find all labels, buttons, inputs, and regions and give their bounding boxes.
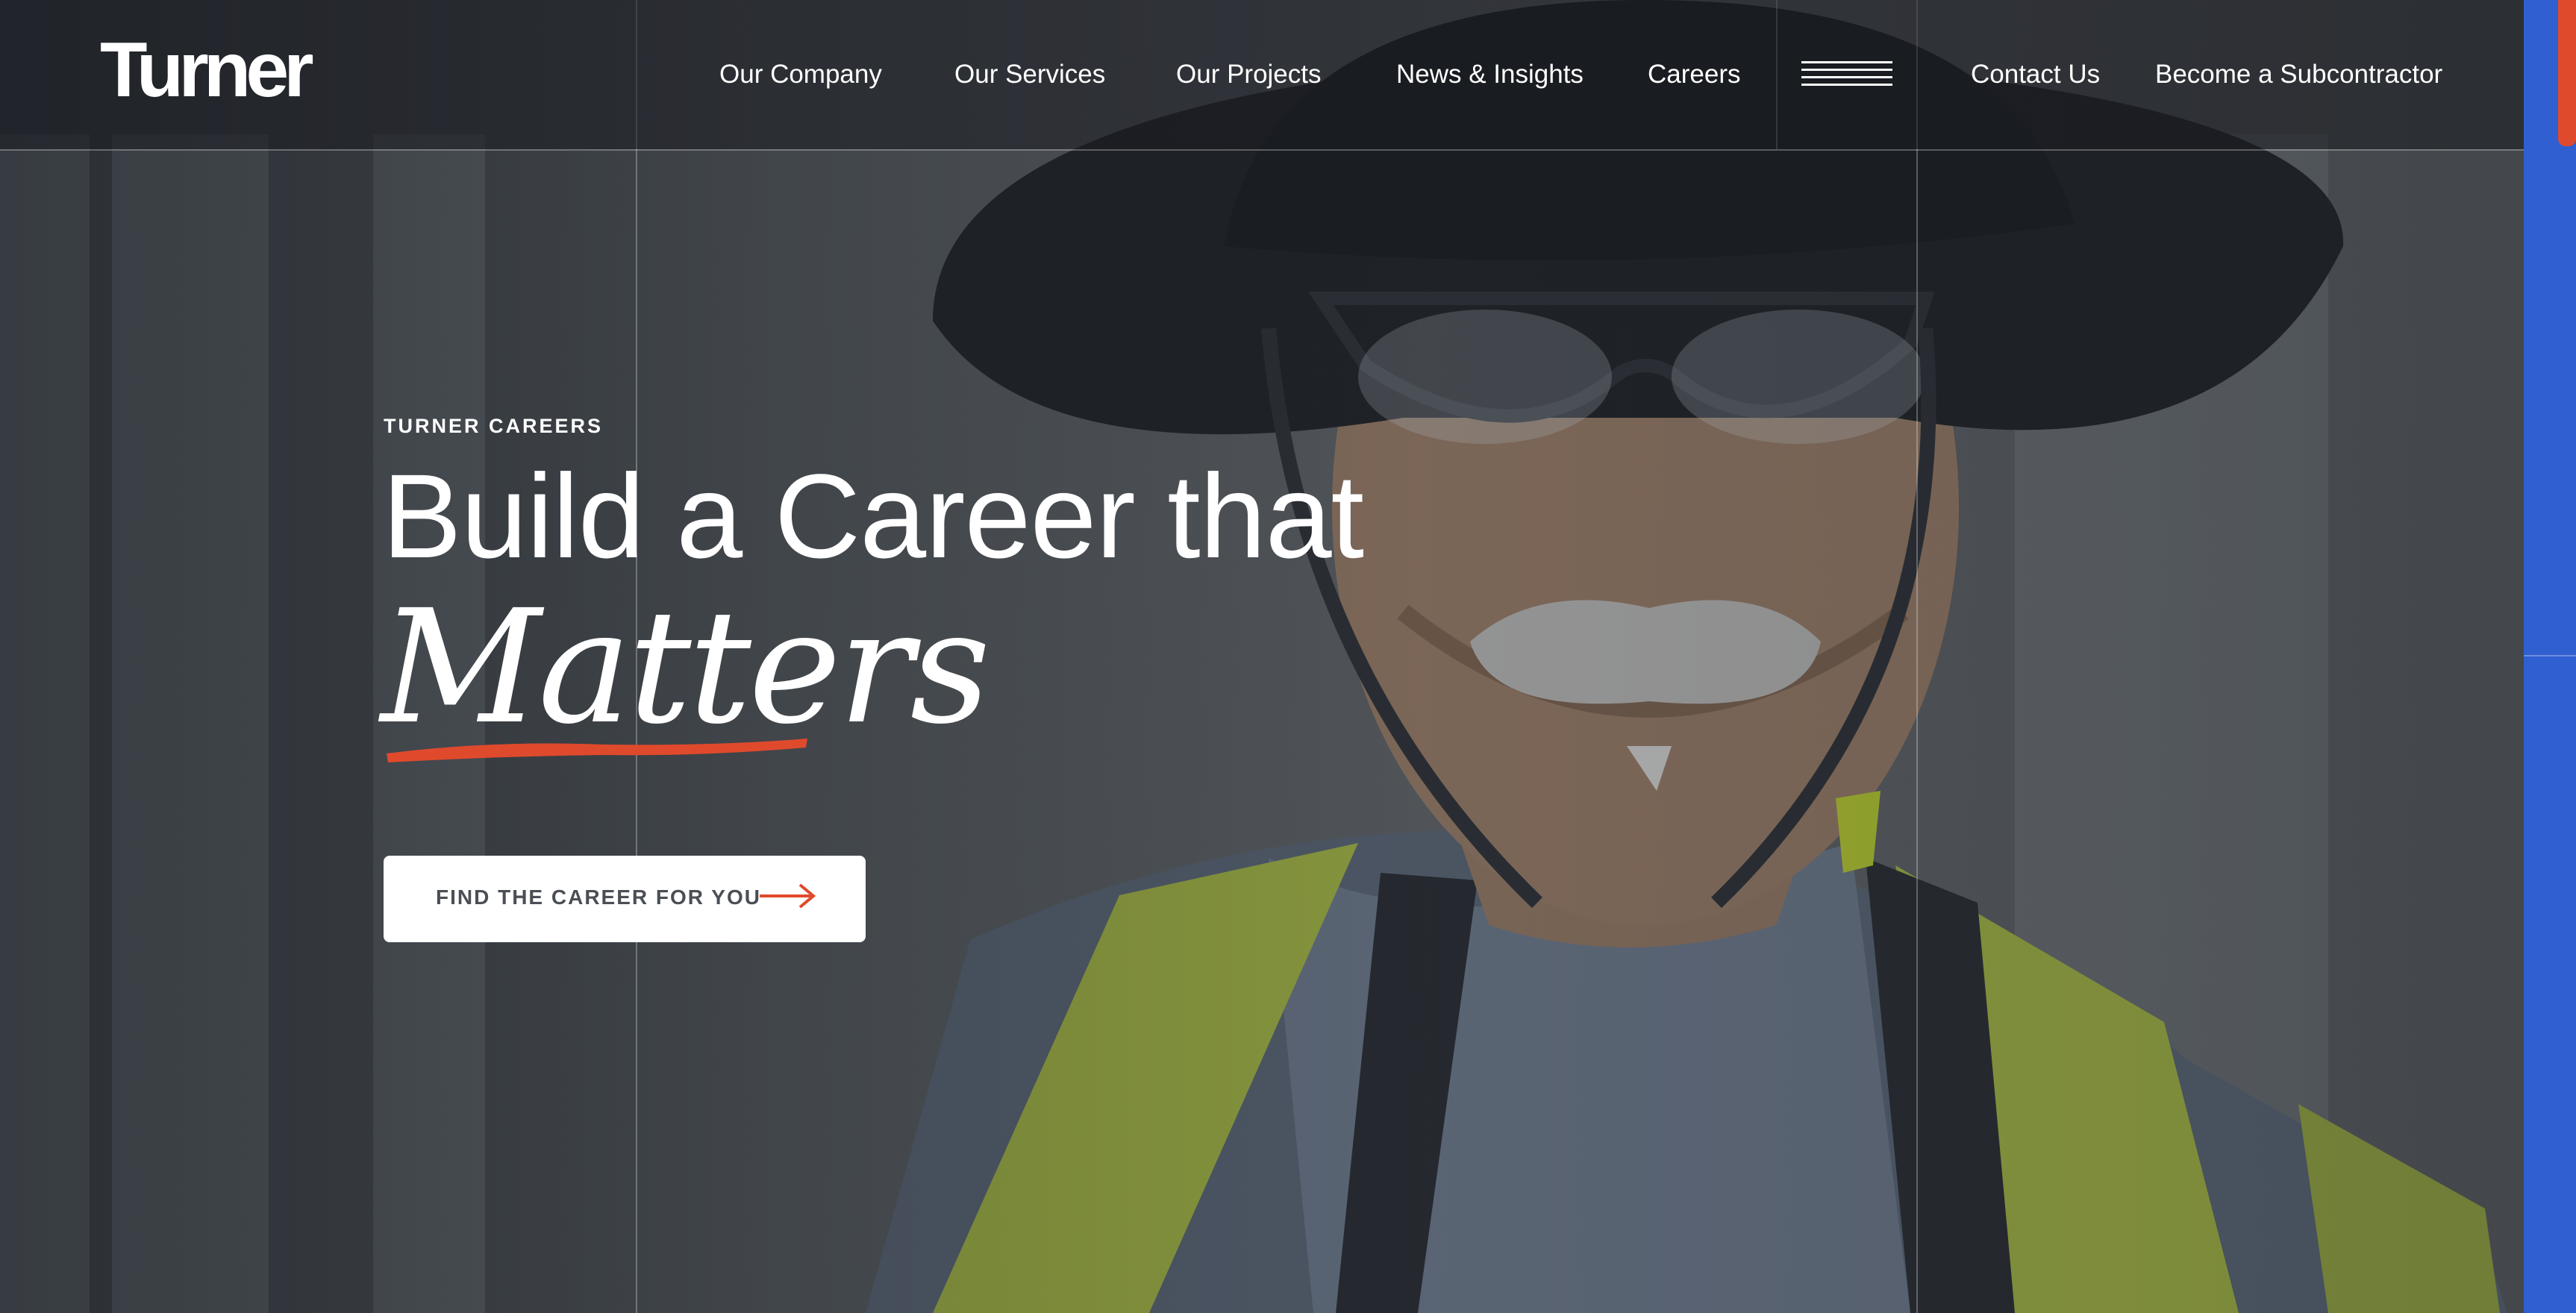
page-scrollbar[interactable] [2524,0,2576,1313]
nav-become-subcontractor[interactable]: Become a Subcontractor [2155,58,2442,91]
nav-our-projects[interactable]: Our Projects [1176,58,1322,91]
grid-line [1916,0,1918,1313]
nav-our-company[interactable]: Our Company [719,58,882,91]
turner-logo[interactable]: Turner [100,31,314,109]
hamburger-menu-icon[interactable] [1801,61,1892,87]
site-header: Turner Our Company Our Services Our Proj… [0,0,2524,149]
nav-contact-us[interactable]: Contact Us [1971,58,2100,91]
hero-script-word: Matters [381,576,990,759]
scrollbar-thumb[interactable] [2558,0,2576,146]
nav-careers[interactable]: Careers [1648,58,1740,91]
grid-line [0,149,2524,151]
script-underline-brush [387,739,807,762]
hero-eyebrow: TURNER CAREERS [384,415,604,437]
hero-headline: Build a Career that [382,449,1364,583]
arrow-right-icon [760,883,816,909]
find-career-button-label: FIND THE CAREER FOR YOU [436,886,761,909]
nav-our-services[interactable]: Our Services [954,58,1105,91]
scrollbar-divider [2524,655,2576,656]
find-career-button[interactable]: FIND THE CAREER FOR YOU [384,856,866,942]
nav-news-insights[interactable]: News & Insights [1396,58,1584,91]
